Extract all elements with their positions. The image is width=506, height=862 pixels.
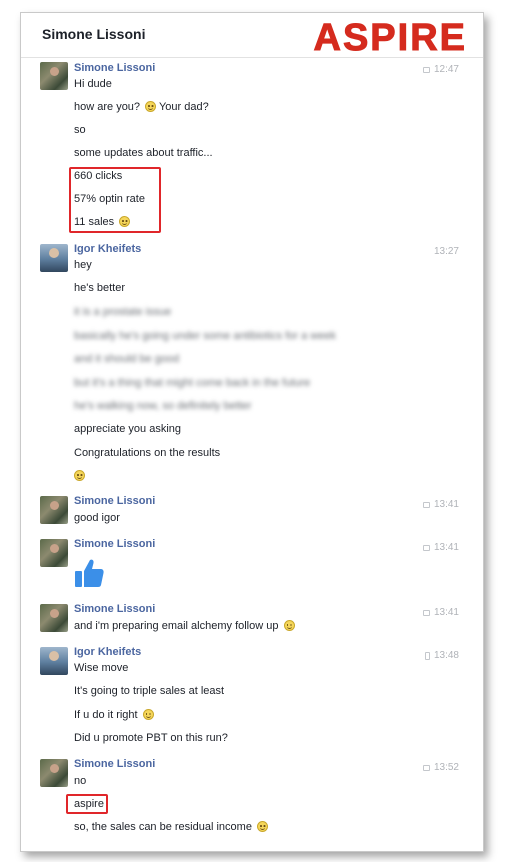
smiley-emoji-icon [257,821,268,832]
message-text: so, the sales can be residual income [74,821,268,833]
message-text: appreciate you asking [74,423,182,435]
message-text-blurred: he's walking now, so definitely better [74,400,252,412]
sender-name[interactable]: Igor Kheifets [74,646,141,658]
highlight-box [66,794,108,814]
seen-icon [422,544,430,551]
smiley-emoji-icon [74,470,85,481]
mobile-icon [424,651,430,660]
message-text: good igor [74,512,120,524]
avatar[interactable] [40,759,68,787]
message-text: he's better [74,282,126,294]
smiley-emoji-icon [142,709,154,720]
message-text: Wise move [74,662,129,674]
avatar[interactable] [40,604,68,632]
chat-window: Simone Lissoni ASPIRE Simone Lissoni 12:… [20,12,484,852]
sender-name[interactable]: Simone Lissoni [74,495,155,507]
message-text: If u do it right [74,709,154,721]
message-text: no [74,775,87,787]
message-text: Hi dude [74,78,112,90]
conversation-title[interactable]: Simone Lissoni [42,26,145,42]
timestamp: 13:52 [422,762,459,773]
message-text: and i'm preparing email alchemy follow u… [74,620,295,632]
smiley-emoji-icon [283,620,295,631]
timestamp: 13:48 [424,650,459,661]
timestamp: 13:41 [422,542,459,553]
avatar[interactable] [40,539,68,567]
message-text: Congratulations on the results [74,447,221,459]
avatar[interactable] [40,244,68,272]
sender-name[interactable]: Simone Lissoni [74,62,155,74]
avatar[interactable] [40,496,68,524]
seen-icon [422,501,430,508]
timestamp: 13:41 [422,499,459,510]
smiley-emoji-icon [145,101,157,112]
aspire-logo: ASPIRE [313,17,467,59]
avatar[interactable] [40,62,68,90]
seen-icon [422,764,430,771]
message-text [74,470,85,482]
message-text-blurred: but it's a thing that might come back in… [74,377,311,389]
sender-name[interactable]: Simone Lissoni [74,603,155,615]
message-text: how are you? Your dad? [74,101,209,113]
sender-name[interactable]: Simone Lissoni [74,538,155,550]
sender-name[interactable]: Simone Lissoni [74,758,155,770]
message-text: Did u promote PBT on this run? [74,732,228,744]
message-text: some updates about traffic... [74,147,213,159]
conversation-header: Simone Lissoni ASPIRE [21,13,483,59]
sender-name[interactable]: Igor Kheifets [74,243,141,255]
message-text-blurred: basically he's going under some antibiot… [74,330,336,342]
thumbs-up-icon [75,559,104,587]
message-text: so [74,124,86,136]
message-text: It's going to triple sales at least [74,685,225,697]
highlight-box [69,167,161,233]
message-text-blurred: it is a prostate issue [74,306,172,318]
timestamp: 13:41 [422,607,459,618]
seen-icon [422,609,430,616]
message-text: hey [74,259,92,271]
avatar[interactable] [40,647,68,675]
timestamp: 12:47 [422,64,459,75]
seen-icon [422,66,430,73]
timestamp: 13:27 [433,246,459,257]
message-text-blurred: and it should be good [74,353,180,365]
